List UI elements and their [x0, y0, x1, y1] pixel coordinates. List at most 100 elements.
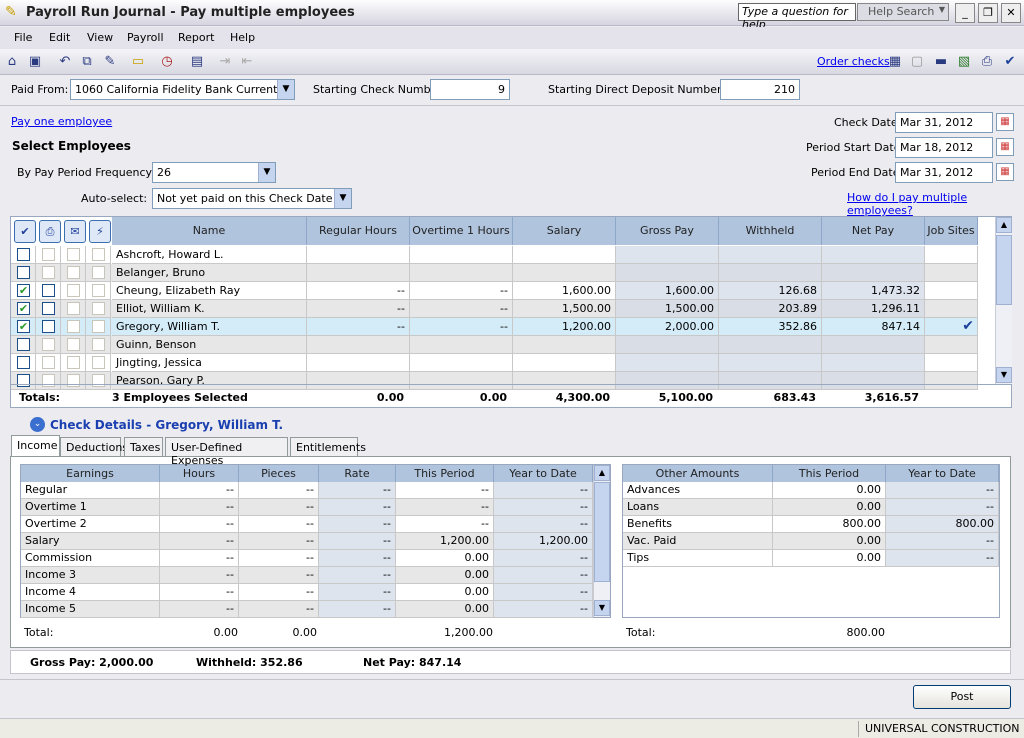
employee-name[interactable]: Cheung, Elizabeth Ray — [112, 282, 307, 300]
earnings-value[interactable]: -- — [239, 533, 319, 550]
table-row[interactable]: Ashcroft, Howard L. — [11, 246, 978, 264]
pay-checkbox[interactable] — [17, 356, 30, 369]
print-checkbox[interactable] — [42, 320, 55, 333]
table-row[interactable]: Belanger, Bruno — [11, 264, 978, 282]
print-checkbox[interactable] — [42, 356, 55, 369]
job-sites-cell[interactable] — [925, 300, 978, 318]
deposit-checkbox[interactable] — [67, 284, 80, 297]
other-value[interactable]: 800.00 — [773, 516, 886, 533]
pay-checkbox[interactable]: ✔ — [17, 302, 30, 315]
earnings-value[interactable]: 1,200.00 — [396, 533, 494, 550]
cell-ot[interactable] — [410, 336, 513, 354]
column-header[interactable]: Other Amounts — [623, 465, 773, 482]
other-value[interactable]: 0.00 — [773, 482, 886, 499]
print-checkbox[interactable] — [42, 338, 55, 351]
job-sites-cell[interactable] — [925, 354, 978, 372]
flag-all-icon[interactable]: ⚡ — [89, 220, 111, 243]
menu-edit[interactable]: Edit — [49, 31, 70, 44]
job-sites-cell[interactable] — [925, 372, 978, 390]
column-header[interactable]: Salary — [513, 217, 616, 245]
collapse-details-icon[interactable]: ⌄ — [30, 417, 45, 432]
deposit-checkbox[interactable] — [67, 302, 80, 315]
deposit-checkbox[interactable] — [67, 320, 80, 333]
table-row[interactable]: ✔ Gregory, William T. -- -- 1,200.00 2,000.00… — [11, 318, 978, 336]
job-sites-cell[interactable] — [925, 336, 978, 354]
confirm-check-icon[interactable]: ✔ — [1001, 53, 1019, 70]
cell-reg[interactable]: -- — [307, 318, 410, 336]
cell-ot[interactable]: -- — [410, 318, 513, 336]
job-sites-cell[interactable]: ✔ — [925, 318, 978, 336]
cell-ot[interactable]: -- — [410, 282, 513, 300]
column-header[interactable]: This Period — [396, 465, 494, 482]
pay-one-employee-link[interactable]: Pay one employee — [11, 115, 112, 128]
earnings-value[interactable]: -- — [160, 567, 239, 584]
auto-select-select[interactable]: Not yet paid on this Check Date ▼ — [152, 188, 352, 209]
earnings-value[interactable]: -- — [319, 567, 396, 584]
earnings-value[interactable]: -- — [239, 550, 319, 567]
order-checks-link[interactable]: Order checks — [817, 55, 890, 68]
tab-user-defined-expenses[interactable]: User-Defined Expenses — [165, 437, 288, 467]
deposit-all-icon[interactable]: ✉ — [64, 220, 86, 243]
column-header[interactable]: Year to Date — [494, 465, 593, 482]
earnings-value[interactable]: -- — [239, 482, 319, 499]
export-excel-icon[interactable]: ▧ — [955, 53, 973, 70]
flag-checkbox[interactable] — [92, 248, 105, 261]
pay-checkbox[interactable] — [17, 266, 30, 279]
column-header[interactable]: Regular Hours — [307, 217, 410, 245]
other-value[interactable]: 0.00 — [773, 550, 886, 567]
cell-reg[interactable] — [307, 336, 410, 354]
column-header[interactable]: This Period — [773, 465, 886, 482]
cell-reg[interactable]: -- — [307, 282, 410, 300]
column-header[interactable]: Name — [112, 217, 307, 245]
table-row[interactable]: ✔ Elliot, William K. -- -- 1,500.00 1,500.00 2… — [11, 300, 978, 318]
calendar-icon[interactable]: ▦ — [996, 113, 1014, 131]
menu-file[interactable]: File — [14, 31, 32, 44]
earnings-value[interactable]: -- — [239, 584, 319, 601]
flag-checkbox[interactable] — [92, 284, 105, 297]
pay-checkbox[interactable] — [17, 248, 30, 261]
tab-taxes[interactable]: Taxes — [124, 437, 163, 456]
number-pencil-icon[interactable]: ✎ — [101, 53, 119, 70]
column-header[interactable]: Year to Date — [886, 465, 999, 482]
pay-checkbox[interactable]: ✔ — [17, 284, 30, 297]
flag-checkbox[interactable] — [92, 266, 105, 279]
cell-reg[interactable]: -- — [307, 300, 410, 318]
flag-checkbox[interactable] — [92, 338, 105, 351]
pay-all-icon[interactable]: ✔ — [14, 220, 36, 243]
earnings-value[interactable]: -- — [319, 601, 396, 618]
flag-checkbox[interactable] — [92, 302, 105, 315]
employee-name[interactable]: Guinn, Benson — [112, 336, 307, 354]
column-header[interactable]: Gross Pay — [616, 217, 719, 245]
earnings-value[interactable]: 0.00 — [396, 550, 494, 567]
print-checkbox[interactable] — [42, 374, 55, 387]
deposit-icon[interactable]: ▬ — [932, 53, 950, 70]
scrollbar-thumb[interactable] — [594, 482, 610, 582]
earnings-value[interactable]: -- — [396, 516, 494, 533]
column-header[interactable]: Job Sites — [925, 217, 978, 245]
employee-name[interactable]: Belanger, Bruno — [112, 264, 307, 282]
earnings-value[interactable]: 0.00 — [396, 601, 494, 618]
print-checks-icon[interactable]: ▦ — [886, 53, 904, 70]
job-sites-cell[interactable] — [925, 264, 978, 282]
close-button[interactable]: ✕ — [1001, 3, 1021, 23]
window-icon[interactable]: ▣ — [26, 53, 44, 70]
earnings-value[interactable]: -- — [160, 482, 239, 499]
earnings-value[interactable]: -- — [239, 601, 319, 618]
menu-report[interactable]: Report — [178, 31, 214, 44]
pay-checkbox[interactable] — [17, 374, 30, 387]
cell-reg[interactable] — [307, 246, 410, 264]
tab-income[interactable]: Income — [11, 435, 60, 456]
earnings-value[interactable]: -- — [239, 567, 319, 584]
how-to-pay-multiple-link[interactable]: How do I pay multiple employees? — [847, 191, 1024, 217]
cell-ot[interactable] — [410, 264, 513, 282]
scrollbar-thumb[interactable] — [996, 235, 1012, 305]
job-sites-cell[interactable] — [925, 246, 978, 264]
earnings-value[interactable]: -- — [160, 550, 239, 567]
earnings-value[interactable]: 0.00 — [396, 567, 494, 584]
other-value[interactable]: 0.00 — [773, 499, 886, 516]
employee-name[interactable]: Gregory, William T. — [112, 318, 307, 336]
flag-checkbox[interactable] — [92, 320, 105, 333]
calculator-icon[interactable]: ▤ — [188, 53, 206, 70]
tab-entitlements[interactable]: Entitlements — [290, 437, 366, 456]
earnings-value[interactable]: -- — [396, 482, 494, 499]
